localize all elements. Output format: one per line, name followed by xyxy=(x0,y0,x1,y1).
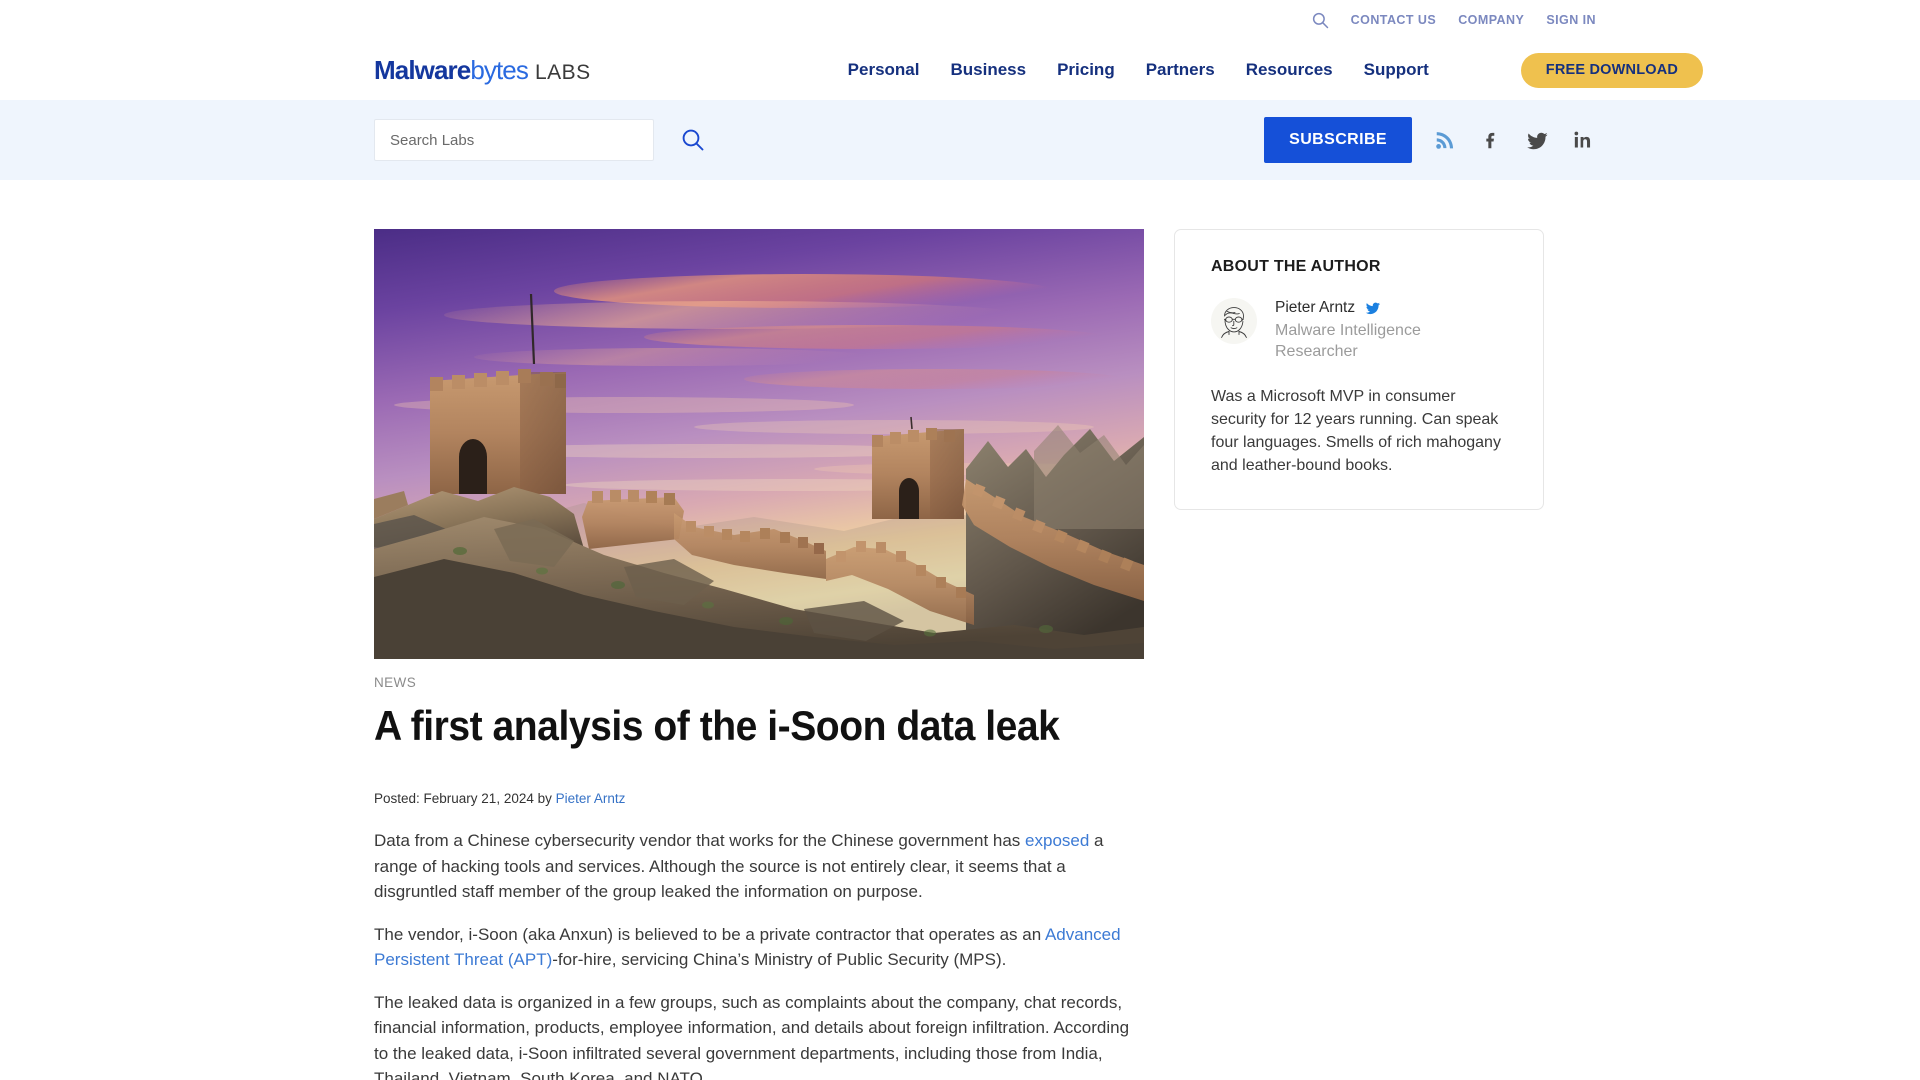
subscribe-button[interactable]: SUBSCRIBE xyxy=(1264,117,1412,163)
facebook-icon[interactable] xyxy=(1478,127,1504,153)
logo-text-bytes: bytes xyxy=(470,55,529,85)
article-paragraph: The vendor, i-Soon (aka Anxun) is believ… xyxy=(374,922,1144,973)
search-submit-button[interactable] xyxy=(680,127,706,153)
author-role: Malware Intelligence Researcher xyxy=(1275,322,1421,361)
article-column: NEWS A first analysis of the i-Soon data… xyxy=(374,229,1144,1080)
author-name-row: Pieter Arntz xyxy=(1275,299,1470,317)
article-byline: Posted: February 21, 2024 by Pieter Arnt… xyxy=(374,791,1144,806)
utility-link-company[interactable]: COMPANY xyxy=(1458,13,1524,27)
utility-link-contact-us[interactable]: CONTACT US xyxy=(1351,13,1437,27)
nav-item-resources[interactable]: Resources xyxy=(1246,60,1333,80)
logo-text-labs: LABS xyxy=(534,61,591,84)
nav-item-business[interactable]: Business xyxy=(950,60,1026,80)
twitter-icon[interactable] xyxy=(1365,300,1381,316)
free-download-button[interactable]: FREE DOWNLOAD xyxy=(1520,52,1704,88)
paragraph-text: The vendor, i-Soon (aka Anxun) is believ… xyxy=(374,924,1045,944)
about-the-author-card: ABOUT THE AUTHOR Pieter Arntz Malware In… xyxy=(1174,229,1544,510)
author-bio: Was a Microsoft MVP in consumer security… xyxy=(1211,387,1501,474)
article-paragraph: Data from a Chinese cybersecurity vendor… xyxy=(374,828,1144,905)
search-input[interactable] xyxy=(374,119,654,161)
page-title: A first analysis of the i-Soon data leak xyxy=(374,702,1060,749)
paragraph-text: -for-hire, servicing China’s Ministry of… xyxy=(552,950,1007,970)
main-header: Malwarebytes LABS Personal Business Pric… xyxy=(0,40,1920,100)
author-meta: Pieter Arntz Malware Intelligence Resear… xyxy=(1275,298,1470,363)
primary-navigation: Personal Business Pricing Partners Resou… xyxy=(848,60,1429,80)
avatar[interactable] xyxy=(1211,298,1257,344)
paragraph-text: Data from a Chinese cybersecurity vendor… xyxy=(374,831,1026,851)
social-links xyxy=(1432,127,1596,153)
great-wall-sunset-illustration xyxy=(374,229,1144,659)
author-avatar-sketch-icon xyxy=(1212,299,1256,343)
labs-toolbar: SUBSCRIBE xyxy=(0,100,1920,180)
author-name-link[interactable]: Pieter Arntz xyxy=(1275,299,1355,317)
inline-link[interactable]: exposed xyxy=(1025,831,1089,850)
utility-link-sign-in[interactable]: SIGN IN xyxy=(1546,13,1596,27)
utility-bar: CONTACT US COMPANY SIGN IN xyxy=(0,0,1920,40)
article-category-label[interactable]: NEWS xyxy=(374,675,1144,690)
search-form xyxy=(374,119,706,161)
malwarebytes-labs-logo[interactable]: Malwarebytes LABS xyxy=(374,57,591,83)
logo-text-malware: Malware xyxy=(374,55,471,85)
linkedin-icon[interactable] xyxy=(1570,127,1596,153)
byline-author-link[interactable]: Pieter Arntz xyxy=(556,791,626,806)
page-body: NEWS A first analysis of the i-Soon data… xyxy=(0,180,1920,1080)
article-body: Data from a Chinese cybersecurity vendor… xyxy=(374,828,1144,1080)
nav-item-pricing[interactable]: Pricing xyxy=(1057,60,1115,80)
rss-icon[interactable] xyxy=(1432,127,1458,153)
sidebar: ABOUT THE AUTHOR Pieter Arntz Malware In… xyxy=(1174,229,1544,1080)
search-icon[interactable] xyxy=(1309,9,1331,31)
byline-prefix: Posted: February 21, 2024 by xyxy=(374,791,556,807)
article-paragraph: The leaked data is organized in a few gr… xyxy=(374,990,1144,1080)
nav-item-partners[interactable]: Partners xyxy=(1146,60,1215,80)
labs-toolbar-right: SUBSCRIBE xyxy=(1264,117,1596,163)
nav-item-personal[interactable]: Personal xyxy=(848,60,920,80)
twitter-icon[interactable] xyxy=(1524,127,1550,153)
paragraph-text: The leaked data is organized in a few gr… xyxy=(374,992,1130,1080)
article-hero-image xyxy=(374,229,1144,659)
author-row: Pieter Arntz Malware Intelligence Resear… xyxy=(1211,298,1507,363)
nav-item-support[interactable]: Support xyxy=(1364,60,1429,80)
card-heading: ABOUT THE AUTHOR xyxy=(1211,258,1381,275)
